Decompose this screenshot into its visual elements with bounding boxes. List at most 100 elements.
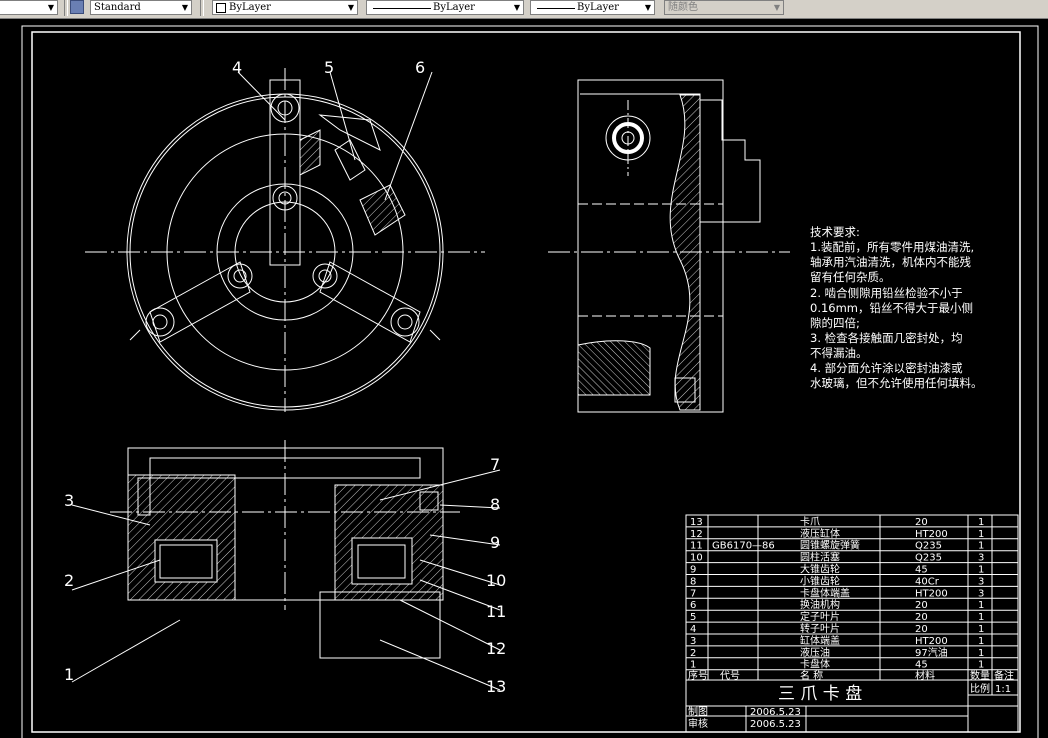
technical-requirements: 技术要求: 1.装配前，所有零件用煤油清洗, 轴承用汽油清洗，机体内不能残 留有… [810,225,983,390]
bom-cell-name: 换油机构 [800,598,840,611]
bom-cell-material: HT200 [915,588,948,599]
leftmost-combo[interactable]: ▼ [0,0,58,15]
linetype-combo[interactable]: ByLayer ▼ [366,0,524,15]
chevron-down-icon: ▼ [773,3,780,12]
chuck-section-view [110,440,460,659]
toolbar-separator [64,0,68,16]
bom-cell-material: 97汽油 [915,646,948,659]
bom-cell-qty: 1 [978,541,984,552]
requirements-title: 技术要求: [810,225,860,239]
balloon-11: 11 [486,602,506,621]
checked-label: 审核 [688,717,708,730]
scale-value: 1:1 [995,684,1011,695]
balloon-8: 8 [490,495,500,514]
text-style-value: Standard [94,2,141,13]
bom-cell-no: 12 [690,529,703,540]
properties-toolbar: ▼ Standard ▼ ByLayer ▼ ByLayer ▼ ByLayer ▼ 随… [0,0,1048,19]
bom-cell-qty: 3 [978,553,984,564]
color-value: 随颜色 [668,2,698,13]
chuck-side-view [548,79,790,413]
drawing-title: 三 爪 卡 盘 [778,684,862,704]
bom-cell-name: 卡爪 [800,515,820,528]
chevron-down-icon: ▼ [47,3,54,12]
bom-cell-name: 液压缸体 [800,527,840,540]
bom-cell-name: 卡盘体端盖 [800,586,850,599]
bom-cell-material: HT200 [915,529,948,540]
requirements-line: 1.装配前，所有零件用煤油清洗, [810,240,974,254]
balloon-6: 6 [415,58,425,77]
bom-cell-name: 小锥齿轮 [800,574,840,587]
bom-header-note: 备注 [994,669,1014,682]
bom-cell-no: 2 [690,648,696,659]
bom-cell-name: 大锥齿轮 [800,563,840,576]
requirements-line: 3. 检查各接触面几密封处，均 [810,331,963,345]
requirements-line: 水玻璃，但不允许使用任何填料。 [810,376,983,390]
balloon-2: 2 [64,571,74,590]
requirements-line: 0.16mm，铅丝不得大于最小侧 [810,301,973,315]
linetype-preview [373,8,431,9]
bom-cell-qty: 1 [978,612,984,623]
requirements-line: 2. 啮合侧隙用铅丝检验不小于 [810,286,963,300]
bom-cell-material: 20 [915,612,928,623]
bom-cell-name: 转子叶片 [800,622,840,635]
toolbar-separator [200,0,204,16]
bom-cell-name: 缸体端盖 [800,634,840,647]
requirements-line: 留有任何杂质。 [810,270,891,284]
lineweight-preview [537,8,575,9]
bom-header-name: 名 称 [800,669,823,682]
bom-cell-material: 20 [915,517,928,528]
bom-header-no: 序号 [688,669,708,682]
bom-cell-no: 10 [690,553,703,564]
checked-date: 2006.5.23 [750,719,801,730]
bom-cell-qty: 1 [978,660,984,671]
bom-cell-no: 11 [690,541,703,552]
bom-cell-name: 定子叶片 [800,610,840,623]
balloon-4: 4 [232,58,242,77]
lineweight-combo[interactable]: ByLayer ▼ [530,0,655,15]
bom-cell-no: 7 [690,588,696,599]
bom-cell-name: 液压油 [800,646,830,659]
chevron-down-icon: ▼ [181,3,188,12]
bom-cell-qty: 1 [978,565,984,576]
bom-cell-no: 8 [690,576,696,587]
bom-cell-material: 45 [915,660,928,671]
bom-cell-no: 3 [690,636,696,647]
requirements-line: 4. 部分面允许涂以密封油漆或 [810,361,963,375]
bom-cell-no: 6 [690,600,696,611]
bom-cell-material: 20 [915,600,928,611]
balloon-5: 5 [324,58,334,77]
bom-cell-no: 9 [690,565,696,576]
balloon-9: 9 [490,533,500,552]
balloon-3: 3 [64,491,74,510]
requirements-line: 不得漏油。 [810,346,868,360]
bom-cell-name: 圆锥螺旋弹簧 [800,539,860,552]
bom-cell-material: 40Cr [915,576,940,587]
bom-cell-material: 45 [915,565,928,576]
bom-cell-no: 1 [690,660,696,671]
bom-cell-qty: 1 [978,648,984,659]
bom-cell-qty: 1 [978,636,984,647]
drawing-canvas[interactable]: 4 5 6 3 2 1 7 8 9 10 11 12 13 技术要求: 1.装配… [0,18,1048,738]
bom-cell-qty: 1 [978,600,984,611]
text-style-icon[interactable] [70,0,84,14]
balloon-13: 13 [486,677,506,696]
layer-combo[interactable]: ByLayer ▼ [212,0,358,15]
chevron-down-icon: ▼ [644,3,651,12]
bom-cell-code: GB6170—86 [712,541,775,552]
chevron-down-icon: ▼ [347,3,354,12]
bom-cell-name: 卡盘体 [800,658,830,671]
bom-cell-no: 5 [690,612,696,623]
color-swatch-icon [216,3,226,13]
color-combo[interactable]: 随颜色 ▼ [664,0,784,15]
scale-label: 比例 [970,682,990,695]
text-style-combo[interactable]: Standard ▼ [90,0,192,15]
drawn-label: 制图 [688,705,708,718]
balloon-10: 10 [486,571,506,590]
balloon-1: 1 [64,665,74,684]
bom-cell-no: 13 [690,517,703,528]
lineweight-value: ByLayer [577,2,619,13]
bom-cell-qty: 1 [978,529,984,540]
bom-header-qty: 数量 [970,669,990,682]
requirements-line: 轴承用汽油清洗，机体内不能残 [810,255,971,269]
bom-cell-qty: 1 [978,517,984,528]
